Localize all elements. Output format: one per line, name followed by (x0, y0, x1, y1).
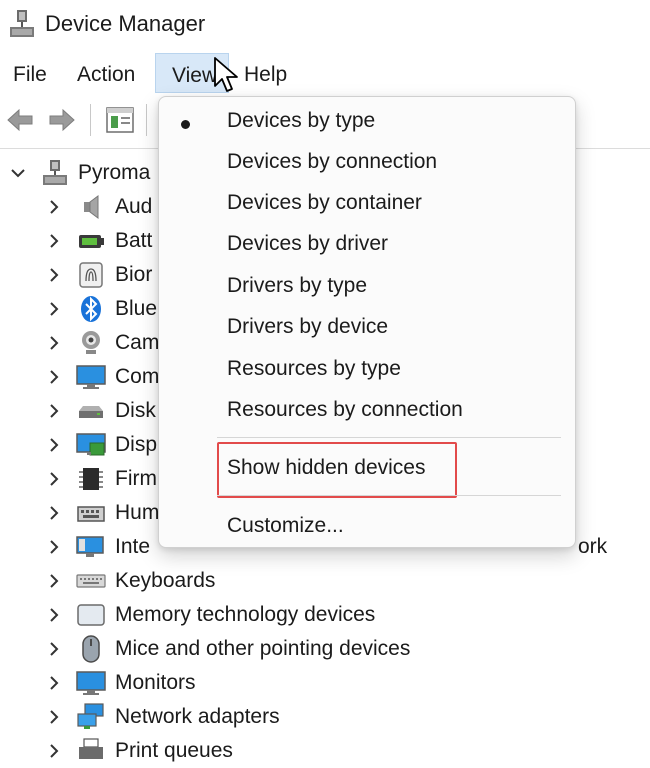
view-menu-dropdown: Devices by type Devices by connection De… (158, 96, 576, 548)
menu-bar: File Action View Help (0, 52, 650, 98)
menu-item-drivers-by-device[interactable]: Drivers by device (159, 309, 575, 349)
tree-item-label: Blue (115, 297, 158, 320)
menu-item-devices-by-type[interactable]: Devices by type (159, 103, 575, 143)
tree-item[interactable]: Keyboards (0, 564, 650, 598)
memory-card-icon (77, 604, 105, 626)
chevron-right-icon[interactable] (46, 369, 62, 385)
chevron-right-icon[interactable] (46, 267, 62, 283)
tree-item-label: Mice and other pointing devices (115, 637, 411, 660)
menu-item-resources-by-type[interactable]: Resources by type (159, 351, 575, 391)
menu-item-resources-by-connection[interactable]: Resources by connection (159, 392, 575, 432)
menu-item-label: Customize... (227, 514, 344, 537)
toolbar-separator (90, 104, 91, 136)
chevron-right-icon[interactable] (46, 471, 62, 487)
tree-item[interactable]: Print queues (0, 734, 650, 768)
chevron-right-icon[interactable] (46, 641, 62, 657)
menu-item-label: Devices by container (227, 191, 422, 214)
tree-item[interactable]: Network adapters (0, 700, 650, 734)
menu-item-label: Resources by type (227, 357, 401, 380)
tree-item-label: Inte (115, 535, 151, 558)
toolbar-separator (146, 104, 147, 136)
chevron-right-icon[interactable] (46, 539, 62, 555)
tree-item[interactable]: Monitors (0, 666, 650, 700)
chevron-down-icon[interactable] (10, 165, 26, 181)
tree-root-label: Pyroma (78, 161, 151, 184)
chip-icon (79, 468, 103, 490)
tree-item-label: Cam (115, 331, 160, 354)
tree-item-label: Network adapters (115, 705, 280, 728)
chevron-right-icon[interactable] (46, 743, 62, 759)
tree-item-label: Firm (115, 467, 157, 490)
tree-item[interactable]: Mice and other pointing devices (0, 632, 650, 666)
menu-item-devices-by-container[interactable]: Devices by container (159, 185, 575, 225)
menu-item-label: Show hidden devices (227, 456, 426, 479)
tree-item-label: Bior (115, 263, 153, 286)
computer-monitor-icon (76, 365, 106, 389)
printer-icon (79, 738, 103, 759)
chevron-right-icon[interactable] (46, 607, 62, 623)
audio-speaker-icon (84, 195, 99, 219)
tree-item-label: Com (115, 365, 160, 388)
disk-drive-icon (79, 406, 103, 418)
device-manager-icon (10, 10, 34, 37)
menu-separator (217, 495, 561, 496)
tree-item-label: Print queues (115, 739, 233, 762)
forward-arrow-icon[interactable] (46, 104, 78, 136)
tree-item-label: Disk (115, 399, 156, 422)
tree-item-label: Batt (115, 229, 153, 252)
menu-item-label: Drivers by type (227, 274, 368, 297)
computer-icon (43, 160, 67, 185)
tree-item[interactable]: Memory technology devices (0, 598, 650, 632)
keyboard-hid-icon (77, 506, 105, 522)
menu-file[interactable]: File (13, 52, 47, 94)
bluetooth-icon (81, 296, 101, 322)
battery-icon (79, 235, 104, 248)
chevron-right-icon[interactable] (46, 233, 62, 249)
chevron-right-icon[interactable] (46, 199, 62, 215)
chevron-right-icon[interactable] (46, 335, 62, 351)
menu-item-label: Drivers by device (227, 315, 389, 338)
menu-item-drivers-by-type[interactable]: Drivers by type (159, 268, 575, 308)
window-title: Device Manager (45, 11, 206, 36)
chevron-right-icon[interactable] (46, 573, 62, 589)
back-arrow-icon[interactable] (4, 104, 36, 136)
display-adapter-icon (76, 433, 106, 456)
chevron-right-icon[interactable] (46, 709, 62, 725)
chevron-right-icon[interactable] (46, 675, 62, 691)
menu-separator (217, 437, 561, 438)
tree-item-label: Memory technology devices (115, 603, 376, 626)
menu-item-customize[interactable]: Customize... (159, 508, 575, 548)
mouse-cursor-icon (214, 57, 238, 92)
tree-item-label: Aud (115, 195, 153, 218)
radio-bullet-icon (181, 120, 190, 129)
keyboard-icon (76, 574, 106, 588)
tree-item-label: Keyboards (115, 569, 216, 592)
chevron-right-icon[interactable] (46, 505, 62, 521)
network-monitor-icon (76, 536, 104, 557)
chevron-right-icon[interactable] (46, 301, 62, 317)
menu-item-label: Devices by connection (227, 150, 438, 173)
properties-icon[interactable] (104, 104, 136, 136)
chevron-right-icon[interactable] (46, 403, 62, 419)
menu-item-devices-by-connection[interactable]: Devices by connection (159, 144, 575, 184)
chevron-right-icon[interactable] (46, 437, 62, 453)
monitor-icon (76, 671, 106, 695)
network-adapter-icon (77, 703, 104, 729)
mouse-icon (82, 635, 100, 663)
menu-item-label: Devices by driver (227, 232, 389, 255)
menu-item-label: Resources by connection (227, 398, 463, 421)
tree-item-label: Disp (115, 433, 158, 456)
menu-help[interactable]: Help (244, 52, 287, 94)
webcam-icon (82, 331, 100, 354)
title-bar: Device Manager (0, 0, 650, 52)
menu-item-show-hidden-devices[interactable]: Show hidden devices (159, 450, 575, 490)
obscured-label-fragment: ork (578, 535, 608, 558)
menu-item-devices-by-driver[interactable]: Devices by driver (159, 226, 575, 266)
tree-item-label: Monitors (115, 671, 196, 694)
menu-item-label: Devices by type (227, 109, 376, 132)
menu-action[interactable]: Action (77, 52, 135, 94)
tree-item-label: Hum (115, 501, 160, 524)
fingerprint-icon (79, 262, 103, 288)
